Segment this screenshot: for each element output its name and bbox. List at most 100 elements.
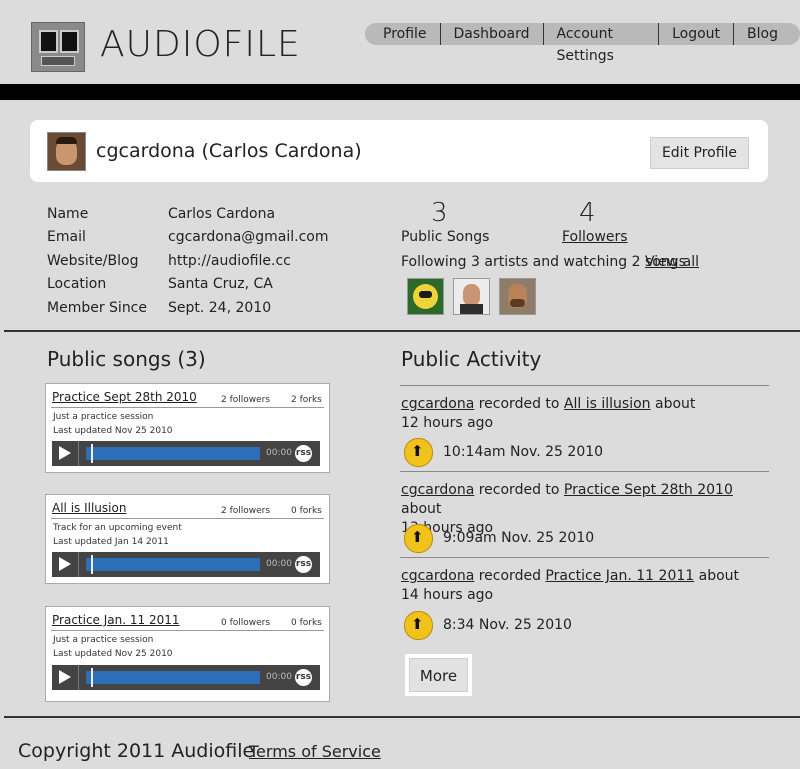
upload-arrow-icon (404, 611, 433, 640)
play-icon[interactable] (52, 441, 79, 466)
song-followers: 2 followers (221, 395, 271, 405)
song-updated: Last updated Jan 14 2011 (53, 537, 169, 547)
audio-time: 00:00 (266, 559, 292, 569)
activity-timestamp: 10:14am Nov. 25 2010 (443, 444, 604, 460)
rss-feed-icon[interactable]: rss (295, 556, 312, 573)
audio-player: 00:00 rss (52, 441, 320, 466)
more-button-label[interactable]: More (409, 658, 468, 692)
audiofile-logo-icon[interactable] (31, 22, 85, 72)
audio-progress-track[interactable] (86, 447, 260, 460)
followers-link[interactable]: Followers (562, 229, 628, 245)
footer-divider (4, 716, 800, 718)
nav-account-settings[interactable]: Account Settings (542, 23, 659, 64)
activity-ago: 14 hours ago (401, 587, 494, 603)
detail-label-name: Name (47, 206, 89, 222)
song-title-link[interactable]: Practice Sept 28th 2010 (52, 390, 197, 404)
song-separator (51, 630, 324, 631)
top-navigation: Profile Dashboard Account Settings Logou… (365, 23, 800, 64)
song-updated: Last updated Nov 25 2010 (53, 649, 173, 659)
logo-left-eye (39, 30, 58, 53)
song-followers: 2 followers (221, 506, 271, 516)
detail-value-member-since: Sept. 24, 2010 (168, 300, 272, 316)
audio-time: 00:00 (266, 672, 292, 682)
edit-profile-button[interactable]: Edit Profile (650, 137, 749, 169)
activity-user-link[interactable]: cgcardona (401, 568, 474, 584)
detail-value-name: Carlos Cardona (168, 206, 276, 222)
more-activity-button[interactable]: More (405, 654, 472, 696)
audio-player: 00:00 rss (52, 552, 320, 577)
song-card: Practice Jan. 11 2011 0 followers 0 fork… (45, 606, 330, 702)
nav-profile[interactable]: Profile (365, 23, 440, 45)
detail-label-email: Email (47, 229, 86, 245)
activity-divider (400, 385, 769, 386)
song-updated: Last updated Nov 25 2010 (53, 426, 173, 436)
audio-progress-track[interactable] (86, 558, 260, 571)
followers-count: 4 (579, 198, 596, 228)
song-card: Practice Sept 28th 2010 2 followers 2 fo… (45, 383, 330, 473)
public-songs-title: Public songs (3) (47, 347, 206, 371)
audio-scrubber-handle[interactable] (91, 668, 93, 687)
followed-artist-avatar[interactable] (499, 278, 536, 315)
activity-suffix: about (654, 396, 696, 412)
song-forks: 0 forks (291, 618, 322, 628)
detail-label-member-since: Member Since (47, 300, 147, 316)
song-forks: 2 forks (291, 395, 322, 405)
song-card: All is Illusion 2 followers 0 forks Trac… (45, 494, 330, 584)
activity-verb: recorded to (478, 396, 560, 412)
play-icon[interactable] (52, 552, 79, 577)
nav-logout[interactable]: Logout (658, 23, 733, 45)
activity-song-link[interactable]: Practice Sept 28th 2010 (564, 482, 733, 498)
avatar-hair (56, 137, 77, 144)
rss-feed-icon[interactable]: rss (295, 669, 312, 686)
song-description: Just a practice session (53, 635, 154, 645)
following-summary: Following 3 artists and watching 2 songs (401, 254, 686, 270)
public-activity-title: Public Activity (401, 347, 542, 371)
detail-value-email: cgcardona@gmail.com (168, 229, 329, 245)
activity-divider (400, 471, 769, 472)
audio-time: 00:00 (266, 448, 292, 458)
play-icon[interactable] (52, 665, 79, 690)
activity-verb: recorded to (478, 482, 560, 498)
song-followers: 0 followers (221, 618, 271, 628)
detail-label-location: Location (47, 276, 107, 292)
followed-artist-avatar[interactable] (453, 278, 490, 315)
detail-label-website: Website/Blog (47, 253, 139, 269)
upload-arrow-icon (404, 438, 433, 467)
rss-feed-icon[interactable]: rss (295, 445, 312, 462)
activity-divider (400, 557, 769, 558)
song-title-link[interactable]: All is Illusion (52, 501, 126, 515)
audio-scrubber-handle[interactable] (91, 444, 93, 463)
detail-value-location: Santa Cruz, CA (168, 276, 273, 292)
activity-user-link[interactable]: cgcardona (401, 396, 474, 412)
song-forks: 0 forks (291, 506, 322, 516)
activity-suffix: about (401, 501, 442, 517)
public-songs-count: 3 (431, 198, 448, 228)
song-separator (51, 407, 324, 408)
audio-scrubber-handle[interactable] (91, 555, 93, 574)
section-divider (4, 330, 800, 332)
view-all-link[interactable]: View all (645, 254, 699, 270)
upload-arrow-icon (404, 524, 433, 553)
nav-blog[interactable]: Blog (733, 23, 800, 45)
detail-value-website: http://audiofile.cc (168, 253, 291, 269)
terms-of-service-link[interactable]: Terms of Service (249, 742, 381, 761)
app-title[interactable]: AUDIOFILE (100, 24, 301, 65)
public-songs-label: Public Songs (401, 229, 490, 245)
activity-suffix: about (698, 568, 740, 584)
song-separator (51, 518, 324, 519)
song-title-link[interactable]: Practice Jan. 11 2011 (52, 613, 180, 627)
activity-verb: recorded (478, 568, 541, 584)
activity-item: cgcardona recorded Practice Jan. 11 2011… (401, 567, 761, 605)
avatar (47, 132, 86, 171)
followed-artist-avatar[interactable] (407, 278, 444, 315)
song-description: Just a practice session (53, 412, 154, 422)
nav-dashboard[interactable]: Dashboard (439, 23, 543, 45)
footer-copyright: Copyright 2011 Audiofile (18, 740, 255, 762)
activity-user-link[interactable]: cgcardona (401, 482, 474, 498)
activity-ago: 12 hours ago (401, 415, 494, 431)
logo-right-eye (60, 30, 79, 53)
audio-progress-track[interactable] (86, 671, 260, 684)
activity-song-link[interactable]: All is illusion (564, 396, 651, 412)
song-description: Track for an upcoming event (53, 523, 182, 533)
activity-song-link[interactable]: Practice Jan. 11 2011 (545, 568, 694, 584)
